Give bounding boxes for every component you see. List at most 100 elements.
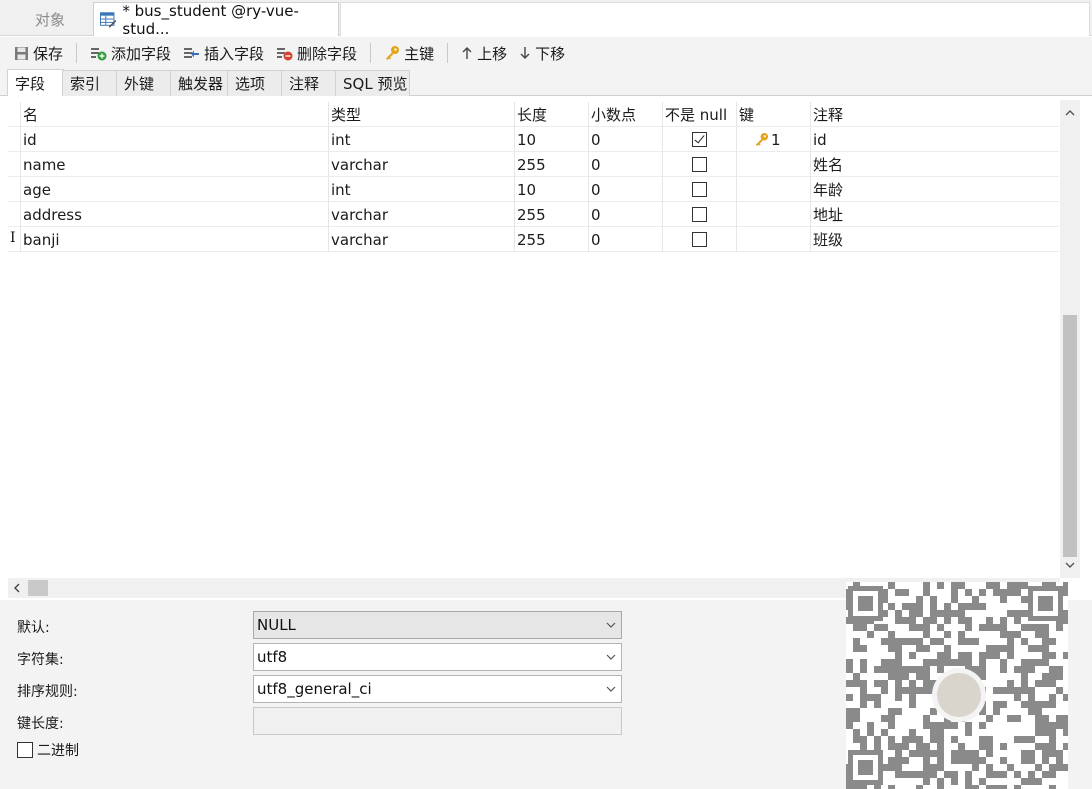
column-header-type[interactable]: 类型 (328, 102, 514, 127)
key-length-label: 键长度: (17, 716, 64, 732)
collation-select[interactable]: utf8_general_ci (253, 675, 622, 703)
tab-options-label: 选项 (235, 75, 266, 93)
field-decimals-cell[interactable]: 0 (588, 177, 662, 202)
field-comment-cell[interactable]: id (810, 127, 1059, 152)
tab-table-design-label: * bus_student @ry-vue-stud... (122, 1, 299, 38)
tab-triggers[interactable]: 触发器 (170, 70, 228, 96)
column-header-comment[interactable]: 注释 (810, 102, 1059, 127)
horizontal-scroll-thumb[interactable] (28, 580, 48, 596)
not-null-checkbox[interactable] (692, 132, 707, 147)
field-type-cell[interactable]: varchar (328, 227, 514, 252)
save-button[interactable]: 保存 (10, 40, 67, 66)
column-header-not-null[interactable]: 不是 null (662, 102, 736, 127)
primary-key-label: 主键 (404, 44, 435, 63)
tab-table-design[interactable]: * bus_student @ry-vue-stud... (93, 1, 339, 38)
field-name-cell[interactable]: id (20, 127, 328, 152)
field-comment-cell[interactable]: 班级 (810, 227, 1059, 252)
tab-comment[interactable]: 注释 (281, 70, 336, 96)
qr-code-image (846, 582, 1068, 789)
collation-value: utf8_general_ci (257, 680, 372, 698)
scroll-left-icon[interactable] (12, 583, 22, 593)
chevron-down-icon (606, 654, 616, 660)
field-type-cell[interactable]: int (328, 127, 514, 152)
chevron-down-icon (606, 622, 616, 628)
scroll-up-icon[interactable] (1065, 108, 1075, 118)
field-decimals-cell[interactable]: 0 (588, 127, 662, 152)
field-comment-cell[interactable]: 年龄 (810, 177, 1059, 202)
not-null-cell (662, 227, 736, 252)
tab-foreign-keys[interactable]: 外键 (116, 70, 171, 96)
scroll-down-icon[interactable] (1065, 560, 1075, 570)
tab-indexes[interactable]: 索引 (62, 70, 117, 96)
key-cell[interactable] (736, 202, 810, 227)
tab-foreign-keys-label: 外键 (124, 75, 155, 93)
table-row[interactable]: id int 10 0 1 id (8, 127, 1059, 152)
primary-key-icon (755, 132, 769, 147)
field-decimals-cell[interactable]: 0 (588, 202, 662, 227)
field-length-cell[interactable]: 255 (514, 227, 588, 252)
not-null-checkbox[interactable] (692, 182, 707, 197)
table-design-icon (100, 11, 117, 28)
tab-options[interactable]: 选项 (227, 70, 282, 96)
field-name-cell[interactable]: banji (20, 227, 328, 252)
default-select[interactable]: NULL (253, 611, 622, 639)
document-tab-strip: 对象 * bus_student @ry-vue-stud... (0, 0, 1092, 38)
collation-label: 排序规则: (17, 684, 78, 700)
column-header-name[interactable]: 名 (20, 102, 328, 127)
field-comment-cell[interactable]: 姓名 (810, 152, 1059, 177)
vertical-scrollbar[interactable] (1060, 100, 1080, 578)
field-name-cell[interactable]: age (20, 177, 328, 202)
insert-field-icon (184, 47, 200, 58)
insert-field-button[interactable]: 插入字段 (179, 40, 268, 66)
toolbar-divider (76, 43, 78, 63)
binary-checkbox[interactable] (17, 742, 33, 758)
toolbar: 保存 添加字段 插入字段 删除字段 主键 上移 下移 (0, 37, 1092, 69)
delete-field-button[interactable]: 删除字段 (272, 40, 361, 66)
move-up-button[interactable]: 上移 (457, 40, 511, 66)
table-row[interactable]: I banji varchar 255 0 班级 (8, 227, 1059, 252)
key-cell[interactable] (736, 227, 810, 252)
vertical-scroll-thumb[interactable] (1063, 315, 1077, 557)
table-row[interactable]: name varchar 255 0 姓名 (8, 152, 1059, 177)
field-name-cell[interactable]: address (20, 202, 328, 227)
field-type-cell[interactable]: int (328, 177, 514, 202)
field-length-cell[interactable]: 255 (514, 202, 588, 227)
key-cell[interactable]: 1 (736, 127, 810, 152)
field-decimals-cell[interactable]: 0 (588, 152, 662, 177)
tab-objects-label: 对象 (34, 10, 65, 29)
binary-checkbox-row[interactable]: 二进制 (17, 740, 79, 760)
tab-fields[interactable]: 字段 (7, 69, 64, 96)
table-row[interactable]: address varchar 255 0 地址 (8, 202, 1059, 227)
key-length-input[interactable] (253, 707, 622, 735)
field-name-cell[interactable]: name (20, 152, 328, 177)
field-length-cell[interactable]: 10 (514, 127, 588, 152)
primary-key-button[interactable]: 主键 (380, 40, 438, 66)
save-icon (15, 46, 28, 60)
not-null-checkbox[interactable] (692, 157, 707, 172)
charset-select[interactable]: utf8 (253, 643, 622, 671)
field-length-cell[interactable]: 255 (514, 152, 588, 177)
field-type-cell[interactable]: varchar (328, 202, 514, 227)
table-row[interactable]: age int 10 0 年龄 (8, 177, 1059, 202)
add-field-button[interactable]: 添加字段 (86, 40, 175, 66)
column-header-length[interactable]: 长度 (514, 102, 588, 127)
not-null-checkbox[interactable] (692, 207, 707, 222)
field-length-cell[interactable]: 10 (514, 177, 588, 202)
insert-field-label: 插入字段 (204, 44, 265, 63)
tab-sql-preview[interactable]: SQL 预览 (335, 70, 410, 96)
tab-objects[interactable]: 对象 (8, 2, 92, 36)
field-decimals-cell[interactable]: 0 (588, 227, 662, 252)
not-null-checkbox[interactable] (692, 232, 707, 247)
current-row-indicator: I (10, 230, 16, 246)
column-header-decimals[interactable]: 小数点 (588, 102, 662, 127)
key-cell[interactable] (736, 152, 810, 177)
default-label: 默认: (17, 620, 50, 636)
field-comment-cell[interactable]: 地址 (810, 202, 1059, 227)
default-value: NULL (257, 616, 296, 634)
tab-indexes-label: 索引 (70, 75, 101, 93)
move-down-label: 下移 (535, 44, 566, 63)
column-header-key[interactable]: 键 (736, 102, 810, 127)
move-down-button[interactable]: 下移 (515, 40, 569, 66)
key-cell[interactable] (736, 177, 810, 202)
field-type-cell[interactable]: varchar (328, 152, 514, 177)
